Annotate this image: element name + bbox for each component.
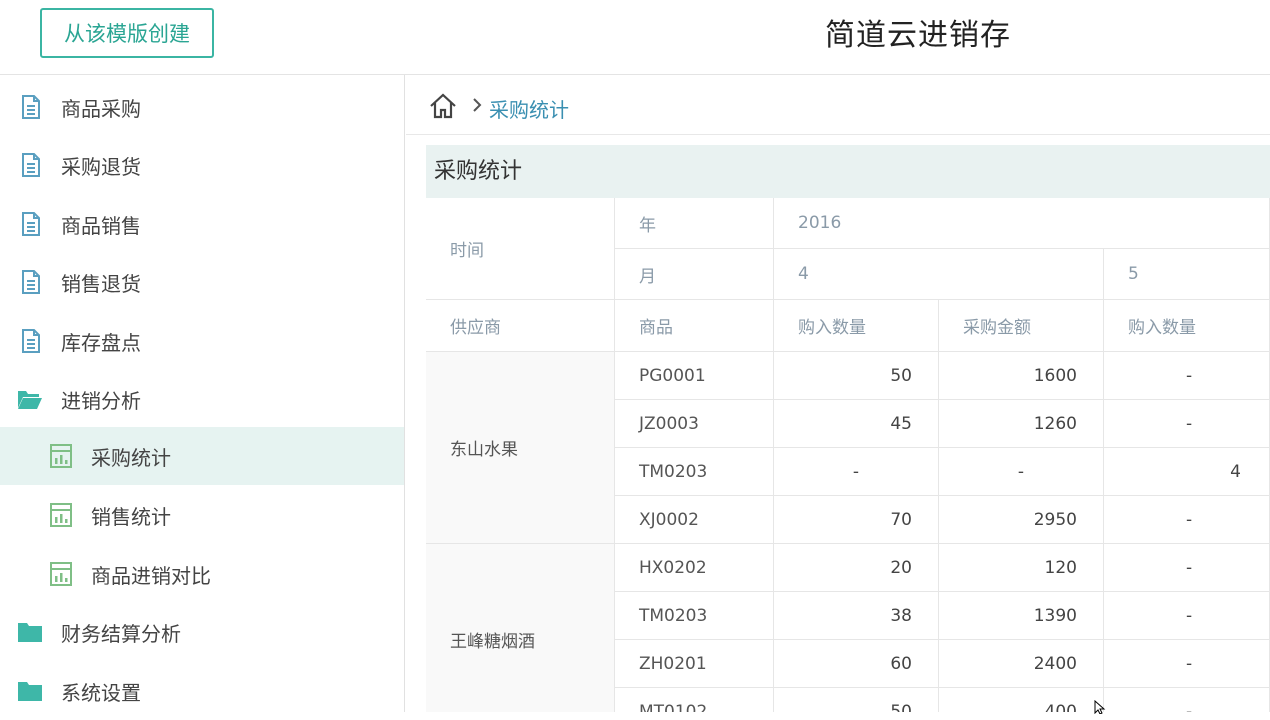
report-title: 采购统计 — [426, 145, 1270, 198]
sidebar-item-label: 系统设置 — [61, 680, 141, 705]
sidebar-item-settings[interactable]: 系统设置 — [0, 662, 404, 720]
sidebar-item-purchase-return[interactable]: 采购退货 — [0, 136, 404, 194]
amount-cell: 2950 — [939, 496, 1104, 544]
create-from-template-button[interactable]: 从该模版创建 — [40, 8, 214, 58]
qty-cell: 50 — [774, 352, 939, 400]
qty5-cell: - — [1104, 592, 1270, 640]
supplier-cell: 王峰糖烟酒 — [426, 544, 615, 712]
amount-cell: 120 — [939, 544, 1104, 592]
header-month-4: 4 — [774, 249, 1104, 300]
folder-icon — [18, 682, 42, 701]
product-cell: TM0203 — [615, 448, 774, 496]
sidebar-item-sales-stats[interactable]: 销售统计 — [0, 486, 404, 544]
sidebar-item-label: 销售统计 — [91, 504, 171, 529]
top-bar: 从该模版创建 简道云进销存 — [0, 0, 1270, 75]
amount-cell: 400 — [939, 688, 1104, 712]
sidebar-item-product-comparison[interactable]: 商品进销对比 — [0, 545, 404, 603]
report-icon — [50, 503, 72, 527]
qty-cell: 70 — [774, 496, 939, 544]
header-month-5: 5 — [1104, 249, 1270, 300]
header-product: 商品 — [615, 300, 774, 352]
document-icon — [22, 95, 40, 119]
sidebar-item-purchase-stats[interactable]: 采购统计 — [0, 427, 404, 485]
product-cell: XJ0002 — [615, 496, 774, 544]
sidebar-item-label: 销售退货 — [61, 271, 141, 296]
product-cell: PG0001 — [615, 352, 774, 400]
product-cell: ZH0201 — [615, 640, 774, 688]
header-qty: 购入数量 — [774, 300, 939, 352]
qty5-cell: 4 — [1104, 448, 1270, 496]
qty-cell: - — [774, 448, 939, 496]
header-qty-5: 购入数量 — [1104, 300, 1270, 352]
amount-cell: 2400 — [939, 640, 1104, 688]
qty5-cell: - — [1104, 352, 1270, 400]
sidebar-item-label: 商品销售 — [61, 213, 141, 238]
product-cell: TM0203 — [615, 592, 774, 640]
qty-cell: 20 — [774, 544, 939, 592]
amount-cell: 1390 — [939, 592, 1104, 640]
header-year-value: 2016 — [774, 198, 1270, 249]
sidebar-item-inventory-check[interactable]: 库存盘点 — [0, 312, 404, 370]
document-icon — [22, 153, 40, 177]
supplier-cell: 东山水果 — [426, 352, 615, 544]
report-icon — [50, 444, 72, 468]
header-month: 月 — [615, 249, 774, 300]
product-cell: HX0202 — [615, 544, 774, 592]
header-amount: 采购金额 — [939, 300, 1104, 352]
app-title: 简道云进销存 — [825, 18, 1011, 53]
document-icon — [22, 329, 40, 353]
header-year: 年 — [615, 198, 774, 249]
qty5-cell: - — [1104, 544, 1270, 592]
document-icon — [22, 212, 40, 236]
document-icon — [22, 270, 40, 294]
report-panel: 采购统计 时间 年 2016 月 4 5 供应商 商品 购入数量 采购金额 购入… — [426, 145, 1270, 712]
sidebar-item-label: 采购统计 — [91, 445, 171, 470]
qty-cell: 60 — [774, 640, 939, 688]
header-supplier: 供应商 — [426, 300, 615, 352]
home-icon[interactable] — [428, 92, 458, 120]
breadcrumb: 采购统计 — [406, 75, 1270, 135]
amount-cell: 1260 — [939, 400, 1104, 448]
qty5-cell: - — [1104, 400, 1270, 448]
qty-cell: 45 — [774, 400, 939, 448]
sidebar-item-label: 进销分析 — [61, 388, 141, 413]
sidebar-item-label: 采购退货 — [61, 154, 141, 179]
sidebar: 商品采购 采购退货 商品销售 销售退货 库存盘点 进销分析 采购统计 销售统计 … — [0, 75, 405, 712]
sidebar-item-finance[interactable]: 财务结算分析 — [0, 603, 404, 661]
qty-cell: 50 — [774, 688, 939, 712]
sidebar-item-label: 库存盘点 — [61, 330, 141, 355]
amount-cell: 1600 — [939, 352, 1104, 400]
sidebar-item-analysis[interactable]: 进销分析 — [0, 370, 404, 428]
sidebar-item-sales[interactable]: 商品销售 — [0, 195, 404, 253]
qty5-cell: - — [1104, 496, 1270, 544]
product-cell: JZ0003 — [615, 400, 774, 448]
sidebar-item-label: 商品进销对比 — [91, 563, 211, 588]
sidebar-item-sales-return[interactable]: 销售退货 — [0, 253, 404, 311]
product-cell: MT0102 — [615, 688, 774, 712]
sidebar-item-purchase[interactable]: 商品采购 — [0, 78, 404, 136]
breadcrumb-current[interactable]: 采购统计 — [489, 94, 569, 123]
report-icon — [50, 562, 72, 586]
amount-cell: - — [939, 448, 1104, 496]
sidebar-item-label: 财务结算分析 — [61, 621, 181, 646]
folder-open-icon — [18, 391, 42, 409]
header-time: 时间 — [426, 198, 615, 300]
qty-cell: 38 — [774, 592, 939, 640]
qty5-cell: - — [1104, 688, 1270, 712]
chevron-right-icon — [473, 98, 482, 112]
qty5-cell: - — [1104, 640, 1270, 688]
sidebar-item-label: 商品采购 — [61, 96, 141, 121]
folder-icon — [18, 623, 42, 642]
